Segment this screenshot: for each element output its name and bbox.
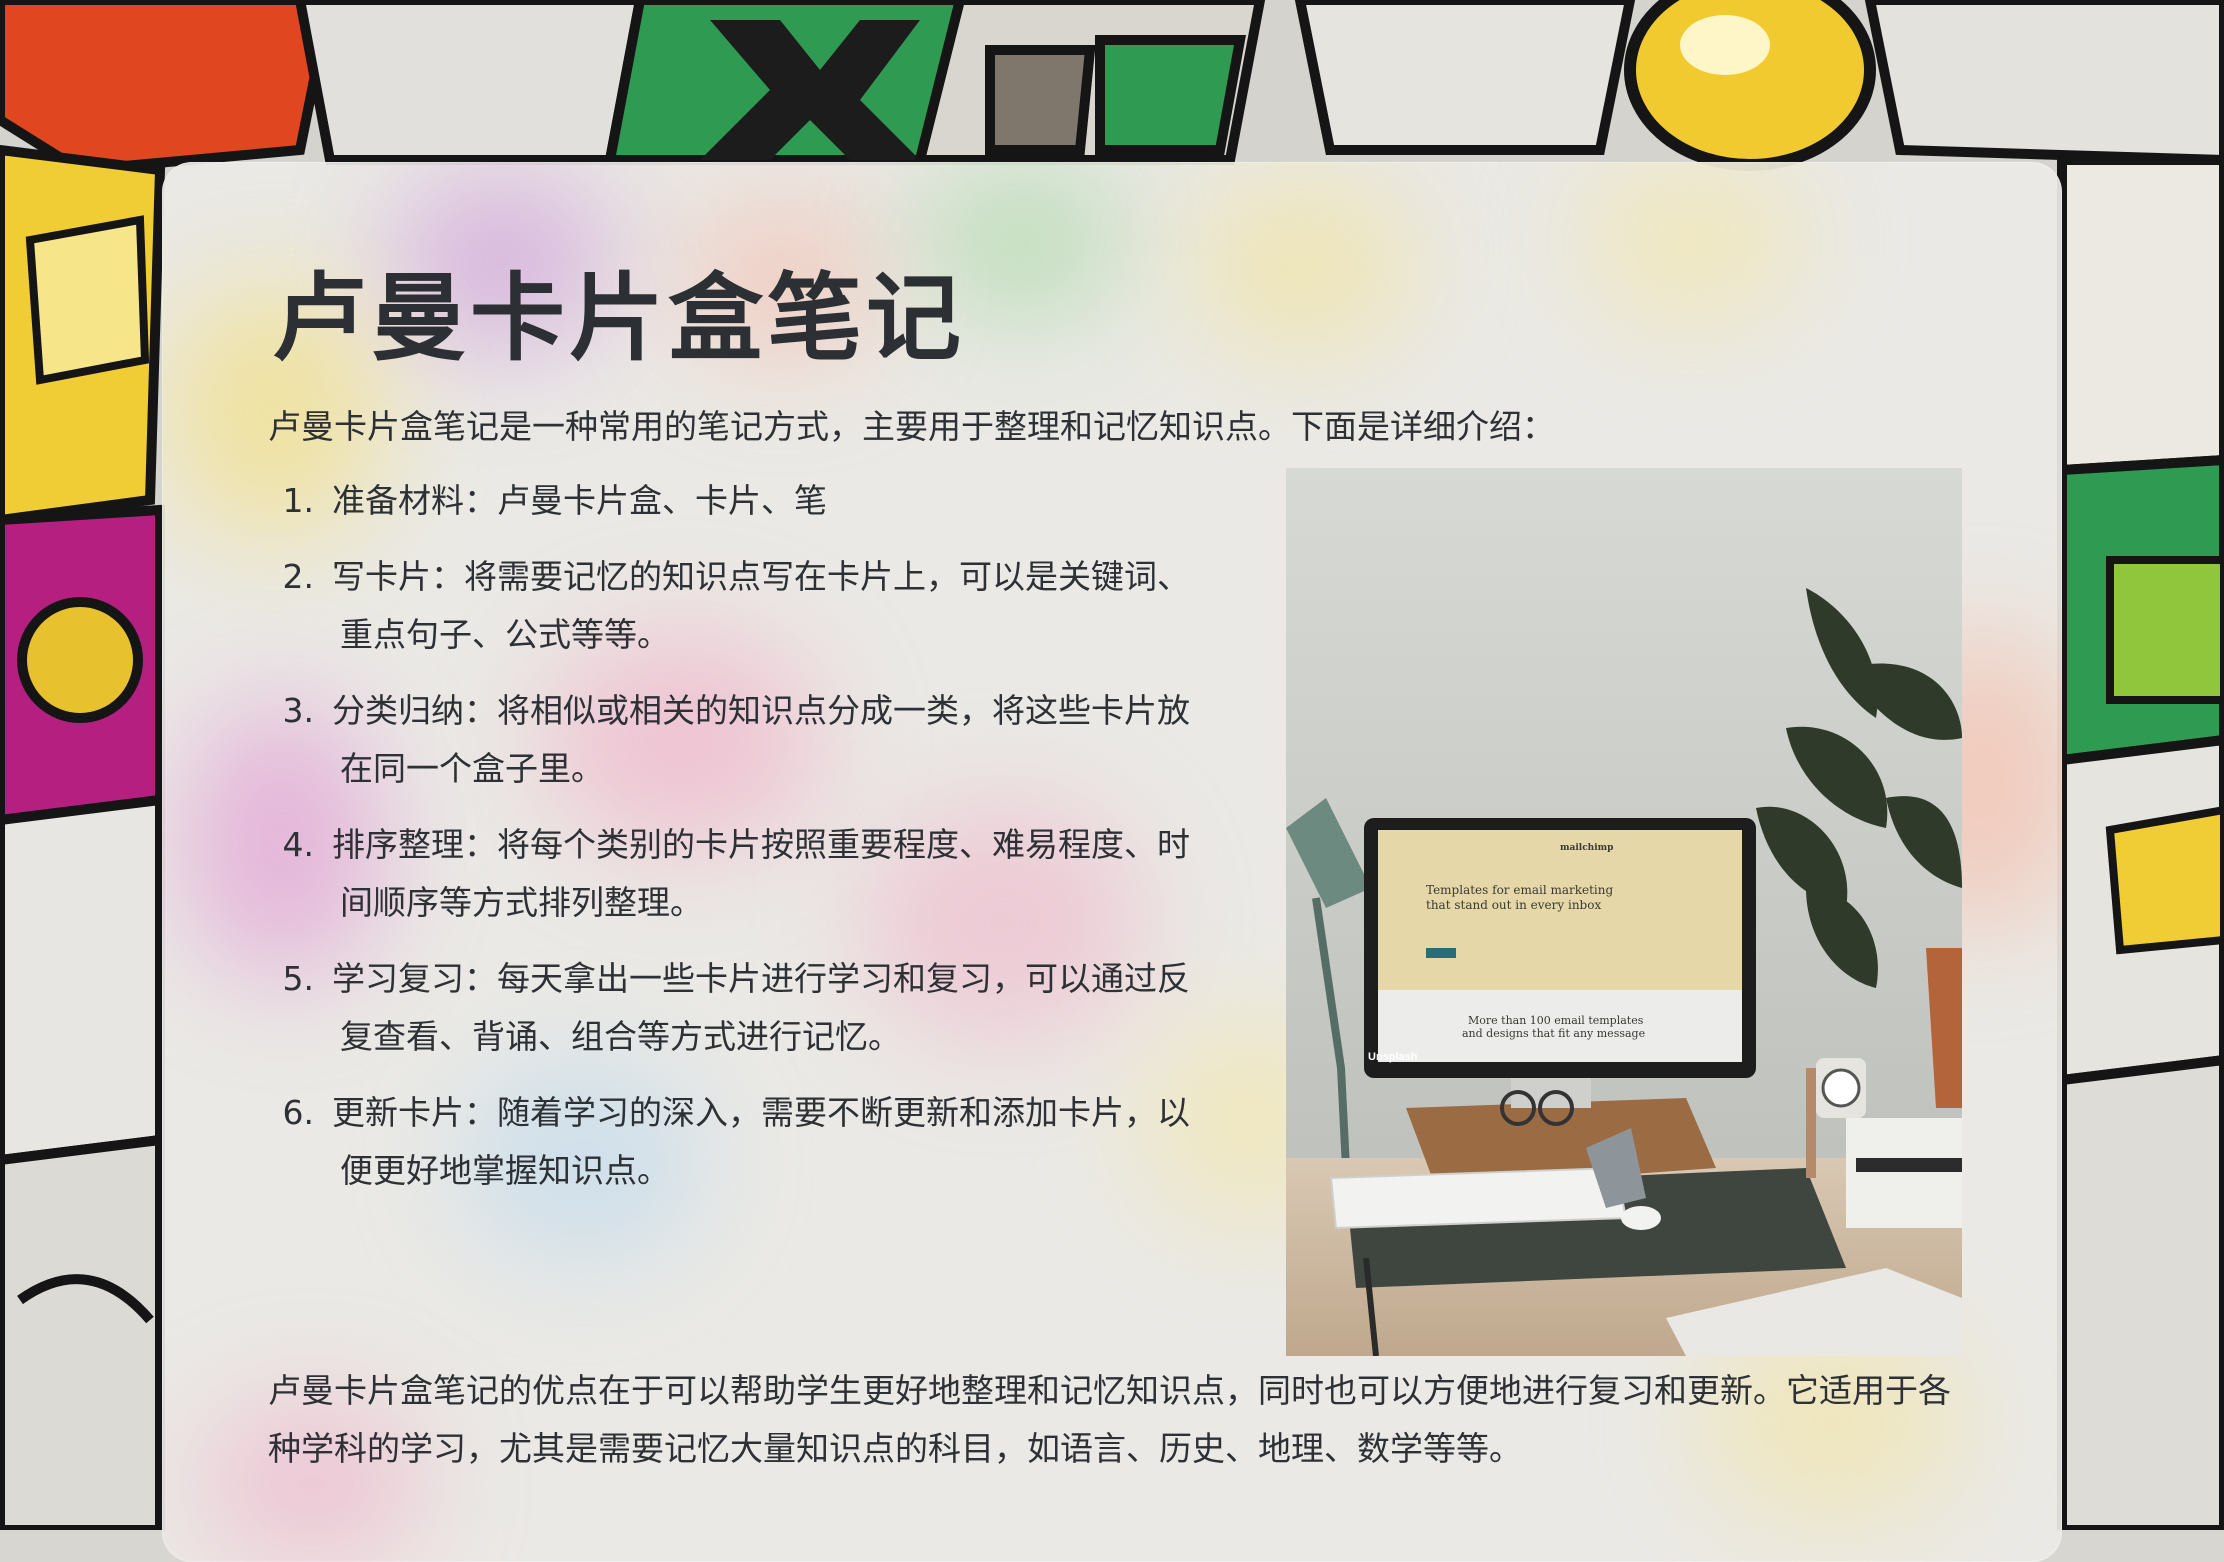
- list-text: 排序整理：将每个类别的卡片按照重要程度、难易程度、时间顺序等方式排列整理。: [332, 825, 1190, 922]
- screen-sub-1: More than 100 email templates: [1468, 1014, 1644, 1027]
- list-text: 更新卡片：随着学习的深入，需要不断更新和添加卡片，以便更好地掌握知识点。: [332, 1093, 1190, 1190]
- screen-headline-1: Templates for email marketing: [1426, 883, 1613, 897]
- list-number: 1.: [282, 481, 315, 520]
- screen-headline-2: that stand out in every inbox: [1426, 898, 1601, 912]
- intro-text: 卢曼卡片盒笔记是一种常用的笔记方式，主要用于整理和记忆知识点。下面是详细介绍：: [268, 407, 1555, 446]
- list-number: 3.: [282, 691, 315, 730]
- list-item: 3. 分类归纳：将相似或相关的知识点分成一类，将这些卡片放在同一个盒子里。: [272, 682, 1282, 798]
- content-card: 卢曼卡片盒笔记 卢曼卡片盒笔记是一种常用的笔记方式，主要用于整理和记忆知识点。下…: [162, 162, 2062, 1562]
- list-text: 分类归纳：将相似或相关的知识点分成一类，将这些卡片放在同一个盒子里。: [332, 691, 1190, 788]
- list-item: 5. 学习复习：每天拿出一些卡片进行学习和复习，可以通过反复查看、背诵、组合等方…: [272, 950, 1282, 1066]
- list-item: 1. 准备材料：卢曼卡片盒、卡片、笔: [272, 472, 1282, 530]
- desk-photo-illustration: Templates for email marketing that stand…: [1286, 468, 1962, 1356]
- list-text: 学习复习：每天拿出一些卡片进行学习和复习，可以通过反复查看、背诵、组合等方式进行…: [332, 959, 1190, 1056]
- list-item: 2. 写卡片：将需要记忆的知识点写在卡片上，可以是关键词、重点句子、公式等等。: [272, 548, 1282, 664]
- list-number: 6.: [282, 1093, 315, 1132]
- list-item: 6. 更新卡片：随着学习的深入，需要不断更新和添加卡片，以便更好地掌握知识点。: [272, 1084, 1282, 1200]
- screen-sub-2: and designs that fit any message: [1462, 1027, 1645, 1040]
- conclusion-text: 卢曼卡片盒笔记的优点在于可以帮助学生更好地整理和记忆知识点，同时也可以方便地进行…: [268, 1371, 1951, 1468]
- desk-photo: Templates for email marketing that stand…: [1286, 468, 1962, 1356]
- screen-brand: mailchimp: [1560, 843, 1613, 853]
- photo-watermark: Unsplash: [1368, 1051, 1418, 1063]
- page-title: 卢曼卡片盒笔记: [272, 264, 966, 374]
- list-number: 2.: [282, 557, 315, 596]
- list-number: 4.: [282, 825, 315, 864]
- list-number: 5.: [282, 959, 315, 998]
- card-content: 卢曼卡片盒笔记 卢曼卡片盒笔记是一种常用的笔记方式，主要用于整理和记忆知识点。下…: [162, 162, 2062, 1562]
- list-text: 准备材料：卢曼卡片盒、卡片、笔: [332, 481, 827, 520]
- list-item: 4. 排序整理：将每个类别的卡片按照重要程度、难易程度、时间顺序等方式排列整理。: [272, 816, 1282, 932]
- list-text: 写卡片：将需要记忆的知识点写在卡片上，可以是关键词、重点句子、公式等等。: [332, 557, 1190, 654]
- steps-list: 1. 准备材料：卢曼卡片盒、卡片、笔 2. 写卡片：将需要记忆的知识点写在卡片上…: [272, 472, 1282, 1218]
